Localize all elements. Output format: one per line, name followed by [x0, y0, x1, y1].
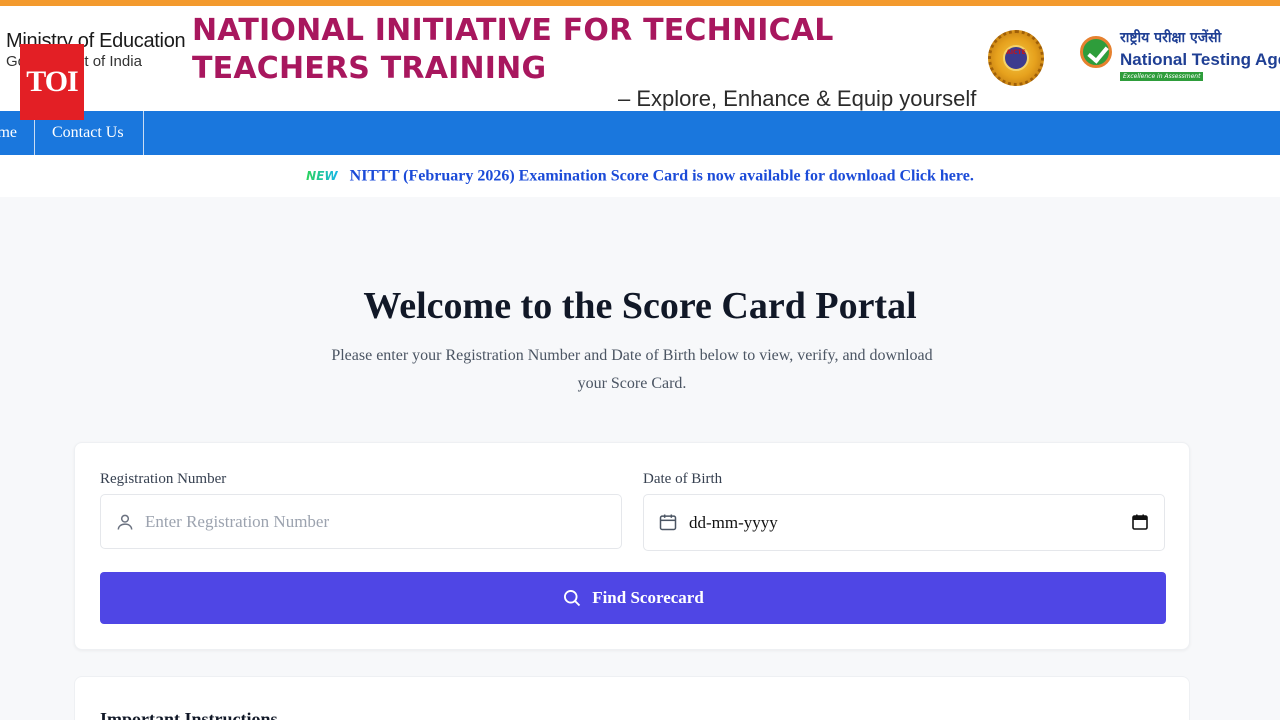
nta-hindi-name: राष्ट्रीय परीक्षा एजेंसी — [1120, 30, 1222, 46]
scorecard-form-card: Registration Number Date of Birth dd-mm-… — [74, 442, 1190, 650]
nta-tagline: Excellence in Assessment — [1120, 72, 1204, 81]
registration-input[interactable] — [145, 495, 605, 548]
calendar-picker-icon[interactable] — [1132, 514, 1148, 530]
site-tagline: – Explore, Enhance & Equip yourself — [618, 86, 977, 111]
dob-label: Date of Birth — [643, 471, 723, 487]
find-scorecard-button[interactable]: Find Scorecard — [100, 572, 1166, 624]
nta-logo: राष्ट्रीय परीक्षा एजेंसी National Testin… — [1080, 26, 1280, 86]
announcement-link[interactable]: NITTT (February 2026) Examination Score … — [350, 167, 974, 184]
new-badge: NEW — [306, 155, 337, 197]
page-subtitle: Please enter your Registration Number an… — [331, 347, 933, 392]
main-nav: Home Contact Us — [0, 111, 1280, 155]
toi-watermark: TOI — [20, 44, 84, 120]
instructions-card: Important Instructions — [74, 676, 1190, 720]
site-header: Ministry of Education Government of Indi… — [0, 6, 1280, 111]
registration-label: Registration Number — [100, 471, 227, 487]
calendar-icon — [659, 514, 677, 531]
nav-divider — [143, 111, 144, 155]
search-icon — [564, 590, 581, 607]
page-title: Welcome to the Score Card Portal — [363, 285, 917, 327]
instructions-title: Important Instructions — [100, 709, 278, 720]
dob-input[interactable]: dd-mm-yyyy — [689, 495, 778, 550]
dob-field[interactable]: dd-mm-yyyy — [643, 494, 1165, 551]
nta-check-icon — [1080, 36, 1112, 68]
announcement-bar: NEW NITTT (February 2026) Examination Sc… — [0, 155, 1280, 197]
aicte-logo: AICTE — [988, 30, 1044, 86]
find-scorecard-label: Find Scorecard — [592, 588, 704, 607]
user-icon — [117, 514, 133, 530]
registration-field[interactable] — [100, 494, 622, 549]
site-title: NATIONAL INITIATIVE FOR TECHNICAL TEACHE… — [192, 13, 834, 86]
nta-english-name: National Testing Agency — [1120, 50, 1280, 69]
aicte-logo-text: AICTE — [1006, 49, 1026, 56]
